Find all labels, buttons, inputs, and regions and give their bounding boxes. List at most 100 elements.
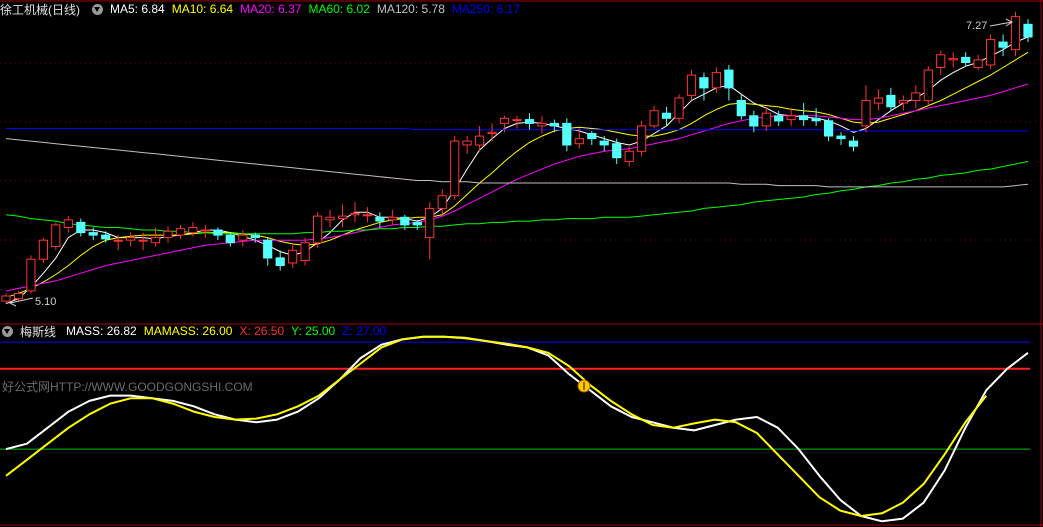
candle-down [824, 120, 834, 137]
candle-down [998, 41, 1008, 48]
candle-up [761, 112, 771, 127]
candle-up [188, 227, 198, 234]
ma20-label: MA20: 6.37 [240, 2, 302, 16]
candle-up [238, 234, 248, 241]
ma-line-ma10 [5, 51, 1029, 298]
candle-up [475, 135, 485, 146]
candle-up [948, 58, 958, 61]
candle-down [88, 232, 98, 236]
candle-up [786, 115, 796, 121]
candle-up [923, 69, 933, 102]
candle-down [250, 234, 260, 239]
candle-down [599, 140, 609, 146]
candle-up [300, 242, 310, 261]
candle-up [337, 215, 348, 220]
candle-up [624, 150, 634, 163]
candle-up [873, 97, 883, 104]
candle-down [848, 140, 859, 147]
candle-up [1010, 16, 1021, 51]
high-price-label: 7.27 [966, 20, 988, 32]
candle-up [175, 228, 186, 236]
candle-up [325, 216, 335, 221]
main-header: 徐工机械(日线) MA5: 6.84 MA10: 6.64 MA20: 6.37… [0, 0, 527, 18]
candle-down [749, 115, 759, 127]
candle-up [13, 293, 24, 300]
candle-up [163, 230, 173, 239]
candle-up [150, 237, 161, 244]
dropdown-icon[interactable] [92, 3, 103, 15]
low-price-label: 5.10 [35, 296, 57, 308]
candle-up [898, 100, 908, 104]
ma-line-ma20 [5, 83, 1029, 292]
y-label: Y: 25.00 [291, 324, 336, 338]
candle-up [113, 239, 123, 242]
ma10-label: MA10: 6.64 [171, 2, 234, 16]
ma-line-ma5 [5, 36, 1029, 305]
candle-up [462, 140, 472, 146]
candle-down [612, 143, 622, 159]
candle-down [661, 112, 672, 119]
x-label: X: 26.50 [239, 324, 285, 338]
candle-up [574, 138, 584, 145]
candle-up [861, 100, 871, 127]
candle-down [774, 115, 784, 122]
candle-down [724, 69, 734, 89]
candle-up [911, 92, 921, 102]
watermark: 好公式网HTTP://WWW.GOODGONGSHI.COM [2, 380, 253, 394]
candle-up [51, 224, 61, 247]
candle-up [362, 214, 372, 217]
candle-up [711, 72, 721, 89]
mass-line-mamass [5, 335, 988, 517]
candle-down [275, 257, 285, 266]
indicator-title[interactable]: 梅斯线 [20, 323, 56, 340]
ma5-label: MA5: 6.84 [110, 2, 165, 16]
ma120-label: MA120: 5.78 [376, 2, 445, 16]
ma-line-ma60 [5, 161, 1029, 235]
candle-up [499, 117, 510, 124]
candle-up [313, 215, 323, 244]
candle-down [101, 234, 111, 240]
candle-up [288, 249, 298, 264]
candle-up [973, 59, 983, 69]
candle-down [836, 135, 846, 140]
candle-up [649, 110, 659, 127]
candle-down [699, 77, 709, 89]
candle-up [26, 258, 36, 292]
candle-down [736, 100, 746, 117]
candle-down [76, 221, 86, 234]
candle-up [63, 219, 73, 228]
candle-down [400, 216, 410, 226]
candle-up [986, 39, 996, 66]
candle-up [437, 195, 447, 209]
sub-header: 梅斯线 MASS: 26.82 MAMASS: 26.00 X: 26.50 Y… [0, 322, 393, 340]
candle-up [674, 97, 684, 119]
candle-down [1023, 23, 1033, 38]
candle-up [487, 131, 497, 135]
candle-down [549, 122, 559, 127]
candle-up [512, 119, 522, 122]
candle-down [562, 122, 572, 146]
mass-line-mass [5, 335, 1029, 523]
candle-up [350, 213, 360, 216]
candle-down [799, 115, 809, 121]
candle-down [375, 216, 385, 222]
candle-up [686, 74, 697, 96]
candle-up [537, 122, 547, 127]
candle-up [126, 237, 136, 241]
candle-down [263, 239, 273, 259]
candle-down [811, 117, 821, 122]
mamass-label: MAMASS: 26.00 [143, 324, 233, 338]
candle-up [450, 140, 460, 197]
candle-up [200, 229, 211, 232]
candle-up [1, 295, 11, 302]
candle-up [387, 216, 397, 221]
dropdown-icon[interactable] [2, 325, 13, 337]
chart-canvas[interactable] [0, 0, 1043, 527]
candle-up [936, 54, 946, 68]
ma-line-ma250 [6, 128, 1028, 132]
candle-down [886, 94, 896, 108]
stock-title[interactable]: 徐工机械(日线) [0, 1, 80, 18]
candle-down [225, 234, 235, 244]
candle-down [213, 229, 223, 236]
ma60-label: MA60: 6.02 [308, 2, 370, 16]
